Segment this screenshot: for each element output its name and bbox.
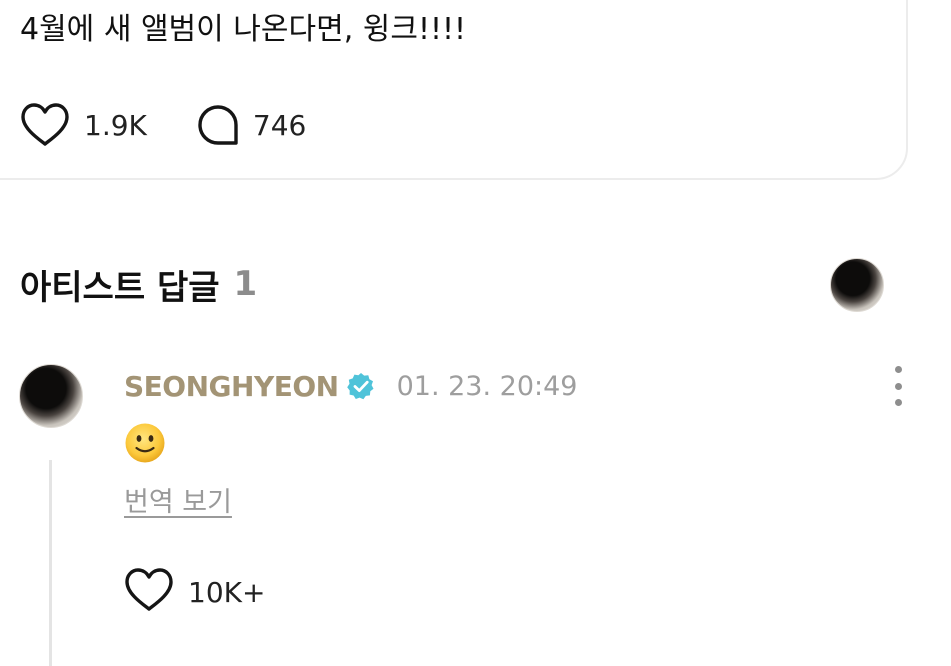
artist-reply-title: 아티스트 답글 (20, 267, 220, 308)
reply-timestamp: 01. 23. 20:49 (396, 370, 578, 402)
reply-like-count: 10K+ (188, 575, 266, 609)
more-options-button[interactable] (884, 366, 912, 406)
more-dot-icon (894, 366, 902, 373)
reply-author-name[interactable]: SEONGHYEON (124, 370, 339, 403)
translate-link[interactable]: 번역 보기 (124, 480, 232, 519)
verified-badge-icon (346, 372, 375, 400)
speech-bubble-icon (197, 104, 239, 146)
post-comment-button[interactable]: 746 (197, 104, 306, 146)
artist-reply-count: 1 (233, 264, 258, 304)
reply-like-button[interactable]: 10K+ (124, 568, 265, 616)
more-dot-icon (894, 382, 902, 390)
heart-icon (124, 567, 174, 617)
thread-line (49, 460, 52, 666)
fan-post-page: 4월에 새 앨범이 나온다면, 윙크!!!! 1.9K 746 아티스트 답글 … (0, 0, 951, 666)
post-text: 4월에 새 앨범이 나온다면, 윙크!!!! (20, 12, 467, 47)
post-actions: 1.9K 746 (20, 102, 306, 148)
post-like-count: 1.9K (84, 108, 147, 142)
reply-author-avatar[interactable] (19, 364, 83, 428)
artist-avatar[interactable] (830, 258, 884, 312)
smiling-face-icon (124, 422, 166, 464)
post-like-button[interactable]: 1.9K (20, 102, 147, 148)
heart-icon (20, 102, 70, 148)
more-dot-icon (894, 399, 902, 406)
artist-reply-header: 아티스트 답글 1 (20, 258, 257, 310)
reply-meta: SEONGHYEON 01. 23. 20:49 (124, 364, 577, 408)
post-comment-count: 746 (252, 108, 307, 142)
